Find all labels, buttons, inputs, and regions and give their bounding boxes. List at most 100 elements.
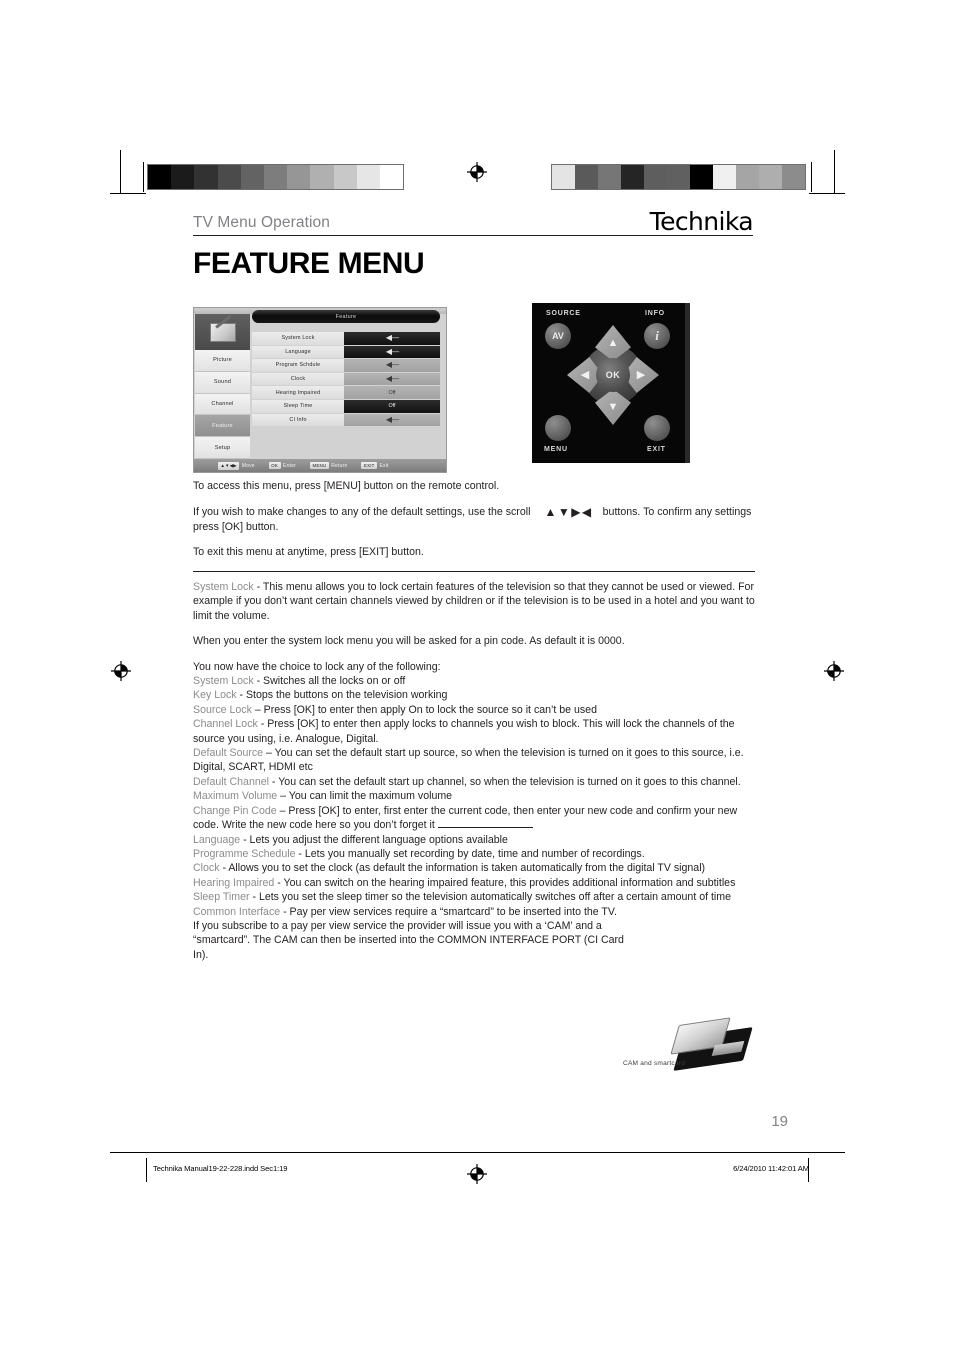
choice-intro: You now have the choice to lock any of t… — [193, 660, 441, 673]
feature-item: Sleep Timer - Lets you set the sleep tim… — [193, 890, 755, 904]
feature-item: Channel Lock - Press [OK] to enter then … — [193, 717, 755, 746]
color-swatch — [552, 165, 575, 189]
feature-item: System Lock - Switches all the locks on … — [193, 674, 755, 688]
osd-hint-key: OK — [268, 462, 281, 469]
feature-item-description: - Press [OK] to enter then apply locks t… — [193, 718, 735, 745]
registration-target-bottom — [466, 1163, 488, 1185]
feature-item: Key Lock - Stops the buttons on the tele… — [193, 688, 755, 702]
osd-row[interactable]: Hearing Impaired Off — [252, 386, 440, 399]
feature-item-description: - Switches all the locks on or off — [253, 675, 406, 688]
intro-paragraph-3: To exit this menu at anytime, press [EXI… — [193, 546, 424, 559]
osd-sidebar-item-picture[interactable]: Picture — [195, 350, 250, 372]
registration-target-left — [110, 660, 132, 682]
footer-left-rule — [146, 1158, 147, 1182]
color-swatch — [713, 165, 736, 189]
remote-dpad: ▲ ▼ ◀ ▶ OK — [567, 325, 659, 425]
enter-arrow-icon: ◀— — [385, 346, 399, 356]
osd-row-value[interactable]: ◀— — [344, 332, 440, 345]
color-swatch — [621, 165, 644, 189]
osd-row[interactable]: Sleep Time Off — [252, 399, 440, 413]
common-interface-paragraph: If you subscribe to a pay per view servi… — [193, 919, 624, 961]
feature-item-term: System Lock — [193, 675, 254, 688]
dpad-ok-button: OK — [596, 358, 630, 392]
color-swatch — [644, 165, 667, 189]
osd-row-value[interactable]: ◀— — [344, 413, 440, 427]
page-number: 19 — [771, 1113, 788, 1130]
osd-hint-key: MENU — [309, 462, 329, 469]
colorbar-left-tick — [143, 162, 144, 192]
osd-hint-key: EXIT — [361, 462, 377, 469]
feature-item-description: - You can set the default start up chann… — [268, 775, 741, 788]
intro-paragraph-2: If you wish to make changes to any of th… — [193, 504, 755, 534]
osd-row-value[interactable]: Off — [344, 399, 440, 413]
osd-row[interactable]: Language ◀— — [252, 345, 440, 359]
enter-arrow-icon: ◀— — [385, 414, 399, 424]
feature-item-term: Language — [193, 833, 241, 846]
osd-row-label: Sleep Time — [252, 399, 344, 413]
color-swatch — [379, 165, 404, 189]
osd-row[interactable]: Program Schdule ◀— — [252, 359, 440, 372]
color-swatch — [667, 165, 690, 189]
osd-sidebar-item-label: Picture — [213, 357, 232, 364]
osd-row-value[interactable]: ◀— — [344, 345, 440, 359]
change-pin-paragraph: Change Pin Code – Press [OK] to enter, f… — [193, 804, 755, 833]
system-lock-paragraph: System Lock - This menu allows you to lo… — [193, 580, 755, 623]
footer-divider — [110, 1152, 845, 1153]
feature-item-description: – Press [OK] to enter then apply On to l… — [251, 703, 597, 716]
body-copy: To access this menu, press [MENU] button… — [193, 479, 755, 571]
osd-row-label: CI Info — [252, 413, 344, 427]
osd-sidebar-item-feature[interactable]: Feature — [195, 415, 250, 438]
osd-sidebar-item-channel[interactable]: Channel — [195, 393, 250, 416]
write-code-blank-line[interactable] — [437, 818, 533, 829]
color-swatch — [333, 165, 357, 189]
remote-control-photo: SOURCE INFO AV i ▲ ▼ ◀ ▶ OK MENU EXIT — [532, 303, 690, 463]
osd-sidebar-item-sound[interactable]: Sound — [195, 371, 250, 394]
colorbar-right — [551, 164, 806, 190]
osd-row-value[interactable]: ◀— — [344, 372, 440, 386]
colorbar-left — [147, 164, 404, 190]
feature-item-description: - Allows you to set the clock (as defaul… — [219, 862, 706, 875]
osd-row-label: Program Schdule — [252, 359, 344, 372]
osd-row-value[interactable]: Off — [344, 386, 440, 399]
crop-mark-top-left-v — [120, 150, 121, 194]
feature-item: Clock - Allows you to set the clock (as … — [193, 861, 755, 875]
feature-item: Default Source – You can set the default… — [193, 746, 755, 775]
remote-info-label: INFO — [645, 310, 665, 317]
feature-item: Common Interface - Pay per view services… — [193, 905, 755, 919]
pencil-on-screen-icon — [209, 322, 236, 342]
color-swatch — [782, 165, 805, 189]
osd-hint-text: Enter — [283, 462, 296, 469]
feature-item: Language - Lets you adjust the different… — [193, 833, 755, 847]
osd-settings-list: System Lock ◀— Language ◀— Program Schdule ◀—… — [252, 332, 440, 427]
osd-row-label: System Lock — [252, 332, 344, 345]
remote-exit-label: EXIT — [647, 446, 666, 453]
lock-options-list: System Lock - Switches all the locks on … — [193, 674, 755, 804]
color-swatch — [690, 165, 713, 189]
color-swatch — [194, 165, 218, 189]
intro-paragraph-1: To access this menu, press [MENU] button… — [193, 480, 500, 492]
osd-row[interactable]: CI Info ◀— — [252, 413, 440, 427]
osd-hint-text: Move — [241, 462, 255, 469]
osd-sidebar-item-label: Feature — [212, 422, 233, 429]
remote-menu-button — [545, 415, 571, 441]
osd-row-label: Hearing Impaired — [252, 386, 344, 399]
feature-item-term: Key Lock — [193, 689, 237, 702]
osd-sidebar-item-label: Sound — [213, 379, 232, 386]
osd-hint: MENU Return — [309, 462, 347, 469]
osd-sidebar-item-setup[interactable]: Setup — [195, 437, 250, 459]
enter-arrow-icon: ◀— — [385, 374, 399, 384]
remote-exit-button — [644, 415, 670, 441]
feature-item-term: Hearing Impaired — [193, 876, 275, 889]
feature-item: Default Channel - You can set the defaul… — [193, 775, 755, 789]
color-swatch — [356, 165, 380, 189]
osd-row-value[interactable]: ◀— — [344, 359, 440, 372]
color-swatch — [287, 165, 311, 189]
osd-row[interactable]: System Lock ◀— — [252, 332, 440, 345]
section-title: TV Menu Operation — [193, 214, 330, 231]
osd-hint-bar: ▲▼◀▶ Move OK Enter MENU Return EXIT Exit — [194, 459, 446, 472]
feature-item-description: - Lets you set the sleep timer so the te… — [249, 891, 731, 904]
remote-menu-label: MENU — [544, 446, 568, 453]
osd-row[interactable]: Clock ◀— — [252, 372, 440, 386]
pin-code-note: When you enter the system lock menu you … — [193, 635, 625, 648]
color-swatch — [736, 165, 759, 189]
